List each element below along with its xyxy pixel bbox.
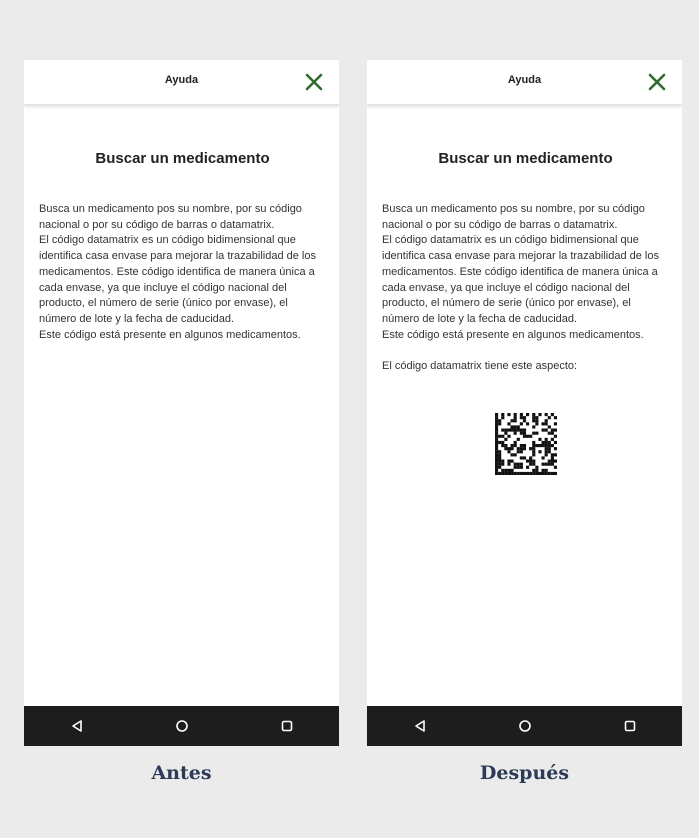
app-bar-title: Ayuda: [164, 74, 199, 86]
help-body-text: Busca un medicamento pos su nombre, por …: [382, 203, 659, 341]
nav-recents-button[interactable]: [610, 706, 650, 746]
android-nav-bar: [367, 706, 682, 746]
home-circle-icon: [518, 720, 531, 732]
phone-screen-before: Ayuda Buscar un medicamento Busca un med…: [24, 60, 339, 746]
caption-after: Después: [479, 762, 570, 784]
app-bar: Ayuda: [24, 60, 339, 105]
nav-back-button[interactable]: [57, 706, 97, 746]
recents-square-icon: [624, 720, 635, 732]
app-bar: Ayuda: [367, 60, 682, 105]
back-triangle-icon: [71, 720, 82, 732]
caption-before: Antes: [151, 762, 212, 784]
recents-square-icon: [281, 720, 292, 732]
phone-screen-after: Ayuda Buscar un medicamento Busca un med…: [367, 60, 682, 746]
nav-home-button[interactable]: [505, 706, 545, 746]
datamatrix-intro-text: El código datamatrix tiene este aspecto:: [382, 360, 578, 373]
close-icon: [305, 73, 323, 91]
nav-recents-button[interactable]: [267, 706, 307, 746]
help-body-text: Busca un medicamento pos su nombre, por …: [39, 203, 316, 341]
nav-back-button[interactable]: [400, 706, 440, 746]
home-circle-icon: [175, 720, 188, 732]
datamatrix-image-container: [382, 413, 669, 480]
close-icon: [648, 73, 666, 91]
nav-home-button[interactable]: [162, 706, 202, 746]
help-content: Buscar un medicamento Busca un medicamen…: [382, 150, 669, 480]
android-nav-bar: [24, 706, 339, 746]
close-button[interactable]: [303, 71, 325, 93]
page-heading: Buscar un medicamento: [438, 150, 613, 167]
page-heading: Buscar un medicamento: [95, 150, 270, 167]
close-button[interactable]: [646, 71, 668, 93]
datamatrix-code: [494, 413, 557, 476]
app-bar-title: Ayuda: [507, 74, 542, 86]
help-content: Buscar un medicamento Busca un medicamen…: [39, 150, 326, 343]
back-triangle-icon: [414, 720, 425, 732]
